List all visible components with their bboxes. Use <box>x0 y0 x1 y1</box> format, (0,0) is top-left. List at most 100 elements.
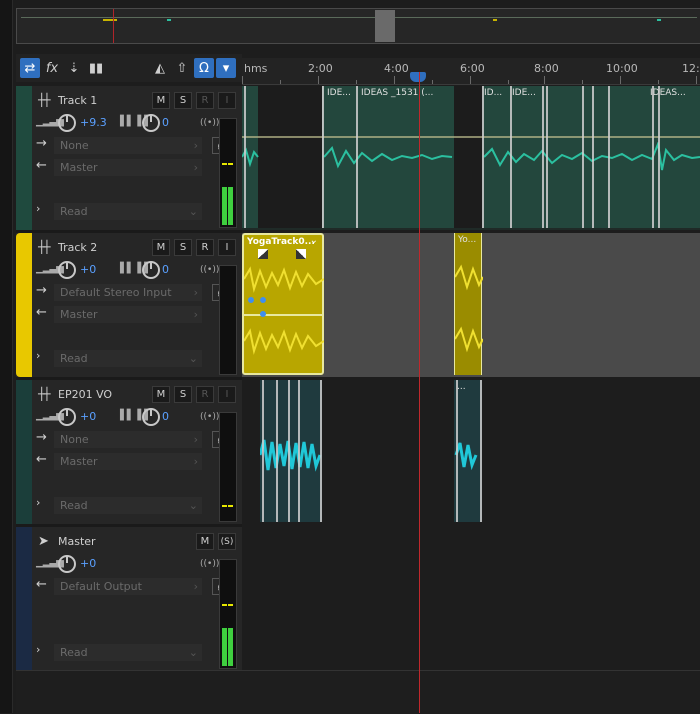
ep201vo-lane[interactable]: ... <box>242 380 700 524</box>
solo-button[interactable]: S <box>174 92 192 109</box>
mute-button[interactable]: M <box>196 533 214 550</box>
overview-view-thumb[interactable] <box>375 10 395 42</box>
volume-knob[interactable] <box>58 408 76 426</box>
fx-icon[interactable]: fx <box>42 58 62 78</box>
ruler-label: 4:00 <box>384 62 409 75</box>
output-arrow-icon: ← <box>36 305 47 320</box>
track-name[interactable]: Track 1 <box>58 94 97 107</box>
track-color-bar <box>16 527 32 671</box>
left-panel-edge <box>0 0 13 713</box>
record-button[interactable]: R <box>196 239 214 256</box>
playhead-line <box>419 72 420 713</box>
ruler-label: 10:00 <box>606 62 638 75</box>
output-select[interactable]: Master › <box>54 306 202 323</box>
output-arrow-icon: ← <box>36 577 47 592</box>
pan-knob[interactable] <box>142 408 160 426</box>
track-color-bar <box>16 233 32 377</box>
level-meter <box>219 118 237 228</box>
input-arrow-icon: → <box>36 283 47 298</box>
stereo-icon[interactable]: ((•)) <box>200 559 219 569</box>
automation-mode-select[interactable]: Read ⌄ <box>54 644 202 661</box>
output-select[interactable]: Master › <box>54 453 202 470</box>
headphones-icon[interactable]: Ω <box>194 58 214 78</box>
expand-chevron-icon[interactable]: › <box>36 496 40 509</box>
stereo-icon[interactable]: ((•)) <box>200 265 219 275</box>
output-select[interactable]: Master › <box>54 159 202 176</box>
master-lane <box>242 527 700 671</box>
record-button[interactable]: R <box>196 386 214 403</box>
track-header-ep201vo[interactable]: ┼┼ EP201 VO M S R I ▁▂▃▅ +0 ▌▌▐▐ 0 ((•))… <box>16 380 242 527</box>
volume-value[interactable]: +0 <box>80 263 96 276</box>
volume-knob[interactable] <box>58 261 76 279</box>
track-name[interactable]: Master <box>58 535 96 548</box>
volume-knob[interactable] <box>58 555 76 573</box>
expand-chevron-icon[interactable]: › <box>36 202 40 215</box>
input-arrow-icon: → <box>36 136 47 151</box>
mute-button[interactable]: M <box>152 239 170 256</box>
marker-icon[interactable]: ▾ <box>216 58 236 78</box>
volume-value[interactable]: +0 <box>80 410 96 423</box>
track-name[interactable]: EP201 VO <box>58 388 112 401</box>
waveform-icon: ┼┼ <box>38 240 51 254</box>
track-header-track2[interactable]: ┼┼ Track 2 M S R I ▁▂▃▅ +0 ▌▌▐▐ 0 ((•)) … <box>16 233 242 380</box>
pan-knob[interactable] <box>142 261 160 279</box>
session-overview[interactable] <box>16 8 700 44</box>
automation-mode-select[interactable]: Read ⌄ <box>54 350 202 367</box>
track-header-track1[interactable]: ┼┼ Track 1 M S R I ▁▂▃▅ +9.3 ▌▌▐▐ 0 ((•)… <box>16 86 242 233</box>
waveform-icon: ┼┼ <box>38 387 51 401</box>
input-select[interactable]: None › <box>54 431 202 448</box>
clip-menu-chevron-icon[interactable]: ⌄ <box>310 235 318 246</box>
output-arrow-icon: ← <box>36 452 47 467</box>
audio-clip-selected[interactable]: YogaTrack0... ⌄ <box>242 233 324 375</box>
pan-value[interactable]: 0 <box>162 116 169 129</box>
overview-playhead <box>113 9 114 43</box>
volume-value[interactable]: +0 <box>80 557 96 570</box>
input-monitor-button[interactable]: I <box>218 239 236 256</box>
track-toolbar: ⇄ fx ⇣ ▮▮ ◭ ⇧ Ω ▾ <box>16 54 242 82</box>
audio-clip[interactable] <box>260 380 322 522</box>
insert-icon[interactable]: ⇣ <box>64 58 84 78</box>
pan-knob[interactable] <box>142 114 160 132</box>
stereo-icon[interactable]: ((•)) <box>200 118 219 128</box>
solo-button[interactable]: (S) <box>218 533 236 550</box>
bars-icon[interactable]: ▮▮ <box>86 58 106 78</box>
audio-clip[interactable]: Yo... <box>454 233 483 375</box>
ruler-label: 12:0 <box>682 62 700 75</box>
solo-button[interactable]: S <box>174 386 192 403</box>
input-monitor-button[interactable]: I <box>218 386 236 403</box>
pan-value[interactable]: 0 <box>162 410 169 423</box>
track-name[interactable]: Track 2 <box>58 241 97 254</box>
automation-mode-select[interactable]: Read ⌄ <box>54 497 202 514</box>
input-monitor-button[interactable]: I <box>218 92 236 109</box>
record-button[interactable]: R <box>196 92 214 109</box>
playhead-handle[interactable] <box>410 72 426 82</box>
expand-chevron-icon[interactable]: › <box>36 643 40 656</box>
input-select[interactable]: Default Stereo Input › <box>54 284 202 301</box>
track2-lane[interactable]: YogaTrack0... ⌄ Yo... <box>242 233 700 377</box>
audio-clip[interactable]: ... <box>454 380 482 522</box>
mute-button[interactable]: M <box>152 386 170 403</box>
metronome-icon[interactable]: ◭ <box>150 58 170 78</box>
master-bus-icon: ➤ <box>38 534 49 549</box>
track-header-master[interactable]: ➤ Master M (S) ▁▂▃▅ +0 ((•)) ← Default O… <box>16 527 242 674</box>
export-icon[interactable]: ⇧ <box>172 58 192 78</box>
output-arrow-icon: ← <box>36 158 47 173</box>
volume-knob[interactable] <box>58 114 76 132</box>
fade-out-handle-icon[interactable] <box>296 249 306 259</box>
level-meter <box>219 412 237 522</box>
automation-mode-select[interactable]: Read ⌄ <box>54 203 202 220</box>
output-select[interactable]: Default Output › <box>54 578 202 595</box>
track1-lane[interactable]: IDE... IDEAS _1531 (... ID... IDE... IDE… <box>242 86 700 230</box>
time-ruler[interactable]: hms 2:00 4:00 6:00 8:00 10:00 12:0 <box>242 58 700 85</box>
stereo-icon[interactable]: ((•)) <box>200 412 219 422</box>
solo-button[interactable]: S <box>174 239 192 256</box>
pan-value[interactable]: 0 <box>162 263 169 276</box>
mute-button[interactable]: M <box>152 92 170 109</box>
volume-value[interactable]: +9.3 <box>80 116 107 129</box>
ruler-unit: hms <box>244 62 268 75</box>
input-select[interactable]: None › <box>54 137 202 154</box>
expand-chevron-icon[interactable]: › <box>36 349 40 362</box>
switch-arrows-icon[interactable]: ⇄ <box>20 58 40 78</box>
ruler-label: 2:00 <box>308 62 333 75</box>
fade-in-handle-icon[interactable] <box>258 249 268 259</box>
